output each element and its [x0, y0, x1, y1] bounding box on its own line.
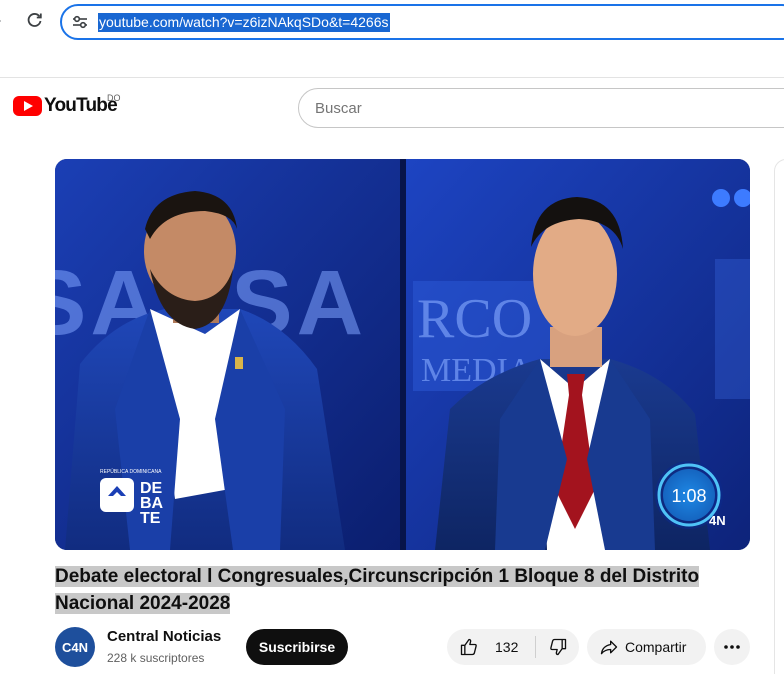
like-dislike-group: 132	[447, 629, 579, 665]
reload-icon[interactable]	[26, 11, 44, 29]
subscriber-count: 228 k suscriptores	[107, 651, 205, 665]
share-button[interactable]: Compartir	[587, 629, 706, 665]
video-title: Debate electoral l Congresuales,Circunsc…	[55, 563, 705, 617]
backdrop-sign-line1: RCO	[417, 288, 532, 350]
channel-avatar[interactable]: C4N	[55, 627, 95, 667]
subscribe-button[interactable]: Suscribirse	[246, 629, 348, 665]
debate-logo-line3: TE	[140, 510, 161, 527]
like-count: 132	[495, 639, 519, 655]
share-label: Compartir	[625, 639, 687, 655]
youtube-logo[interactable]: YouTube	[13, 95, 118, 117]
video-frame: SAUSA RCO MEDIA	[55, 159, 750, 550]
dislike-button[interactable]	[536, 629, 579, 665]
page: › youtube.com/watch?v=z6izNAkqSDo&t=4266…	[0, 0, 784, 674]
timer-text: 1:08	[671, 486, 706, 506]
thumbs-down-icon	[549, 638, 566, 656]
subscribe-label: Suscribirse	[258, 639, 336, 655]
forward-icon[interactable]: ›	[0, 12, 10, 30]
thumbs-up-icon	[460, 638, 477, 656]
video-title-text: Debate electoral l Congresuales,Circunsc…	[55, 566, 700, 614]
search-box[interactable]	[298, 88, 784, 128]
address-bar[interactable]: youtube.com/watch?v=z6izNAkqSDo&t=4266s	[60, 4, 784, 40]
youtube-play-icon	[13, 96, 42, 116]
corner-brand: 4N	[709, 513, 726, 528]
search-input[interactable]	[315, 98, 755, 118]
country-code: DO	[107, 93, 121, 103]
more-horiz-icon	[724, 645, 740, 649]
debate-logo-country: REPÚBLICA DOMINICANA	[100, 468, 162, 475]
browser-toolbar: › youtube.com/watch?v=z6izNAkqSDo&t=4266…	[0, 0, 784, 78]
more-actions-button[interactable]	[714, 629, 750, 665]
youtube-wordmark: YouTube	[44, 95, 118, 116]
channel-avatar-text: C4N	[61, 639, 88, 655]
video-player[interactable]: SAUSA RCO MEDIA	[55, 159, 750, 550]
site-settings-icon[interactable]	[72, 15, 88, 29]
youtube-masthead: YouTube DO	[0, 79, 784, 137]
channel-name[interactable]: Central Noticias	[107, 628, 221, 645]
url-text[interactable]: youtube.com/watch?v=z6izNAkqSDo&t=4266s	[98, 13, 390, 32]
share-icon	[600, 640, 618, 655]
secondary-column-edge	[774, 159, 784, 674]
like-button[interactable]: 132	[447, 629, 535, 665]
